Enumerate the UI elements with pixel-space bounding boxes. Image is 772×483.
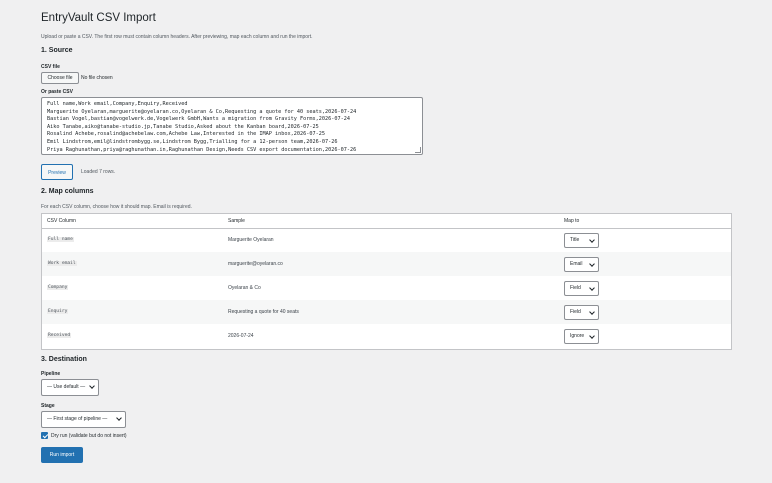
chevron-down-icon [89,383,95,389]
csv-file-label: CSV file [41,64,60,70]
pipeline-value: — Use default — [47,384,86,390]
page-description: Upload or paste a CSV. The first row mus… [41,34,313,40]
csv-line: Emil Lindstrom,emil@lindstrombygg.se,Lin… [47,138,338,145]
table-row: Company Oyelaran & Co Field [42,276,731,300]
map-columns-description: For each CSV column, choose how it shoul… [41,204,192,210]
stage-label: Stage [41,403,55,409]
map-to-select[interactable]: Field [564,281,599,296]
pipeline-label: Pipeline [41,371,61,377]
csv-line: Priya Raghunathan,priya@raghunathan.in,R… [47,146,357,153]
column-header-sample: Sample [228,218,245,224]
map-to-value: Field [570,309,581,315]
column-header-map-to: Map to [564,218,580,224]
sample-value: Requesting a quote for 40 seats [228,309,299,315]
csv-line: Marguerite Oyelaran,marguerite@oyelaran.… [47,108,357,115]
map-to-value: Email [570,261,583,267]
chevron-down-icon [589,333,595,339]
destination-heading: 3. Destination [41,356,87,363]
csv-column-name: Work email [47,261,77,266]
map-to-value: Title [570,237,580,243]
map-to-value: Field [570,285,581,291]
stage-select[interactable]: — First stage of pipeline — [41,411,126,428]
csv-column-name: Enquiry [47,309,69,314]
csv-column-name: Full name [47,237,74,242]
table-row: Received 2026-07-24 Ignore [42,324,731,348]
run-import-button[interactable]: Run import [41,447,83,463]
column-header-csv: CSV Column [47,218,76,224]
chevron-down-icon [589,237,595,243]
chevron-down-icon [589,309,595,315]
page-title: EntryVault CSV Import [41,12,156,24]
chevron-down-icon [589,261,595,267]
preview-button[interactable]: Preview [41,164,73,180]
pipeline-select[interactable]: — Use default — [41,379,99,396]
source-heading: 1. Source [41,47,73,54]
choose-file-button[interactable]: Choose file [41,72,79,84]
csv-line: Bastian Vogel,bastian@vogelwerk.de,Vogel… [47,116,350,123]
file-status: No file chosen [81,75,113,81]
stage-value: — First stage of pipeline — [47,416,108,422]
sample-value: Marguerite Oyelaran [228,237,274,243]
csv-column-name: Company [47,285,69,290]
dry-run-label[interactable]: Dry run (validate but do not insert) [51,433,127,439]
table-header: CSV Column Sample Map to [42,214,731,229]
map-to-select[interactable]: Ignore [564,329,599,344]
table-row: Work email marguerite@oyelaran.co Email [42,252,731,276]
resize-handle-icon[interactable] [415,147,421,153]
sample-value: marguerite@oyelaran.co [228,261,283,267]
dry-run-checkbox[interactable] [41,432,48,439]
csv-line: Rosalind Achebe,rosalind@achebelaw.com,A… [47,131,325,138]
table-row: Enquiry Requesting a quote for 40 seats Fi… [42,300,731,324]
mapping-table: CSV Column Sample Map to Full name Margue… [41,213,732,350]
preview-status: Loaded 7 rows. [81,169,116,175]
sample-value: 2026-07-24 [228,333,254,339]
map-to-select[interactable]: Field [564,305,599,320]
checkmark-icon [42,432,48,439]
csv-line: Full name,Work email,Company,Enquiry,Rec… [47,101,188,107]
table-row: Full name Marguerite Oyelaran Title [42,228,731,252]
paste-csv-label: Or paste CSV [41,89,73,95]
map-to-value: Ignore [570,333,585,339]
csv-column-name: Received [47,333,72,338]
csv-textarea[interactable]: Full name,Work email,Company,Enquiry,Rec… [41,97,423,155]
chevron-down-icon [589,285,595,291]
csv-line: Aiko Tanabe,aiko@tanabe-studio.jp,Tanabe… [47,123,319,130]
map-columns-heading: 2. Map columns [41,188,94,195]
chevron-down-icon [116,415,122,421]
map-to-select[interactable]: Title [564,233,599,248]
map-to-select[interactable]: Email [564,257,599,272]
sample-value: Oyelaran & Co [228,285,261,291]
